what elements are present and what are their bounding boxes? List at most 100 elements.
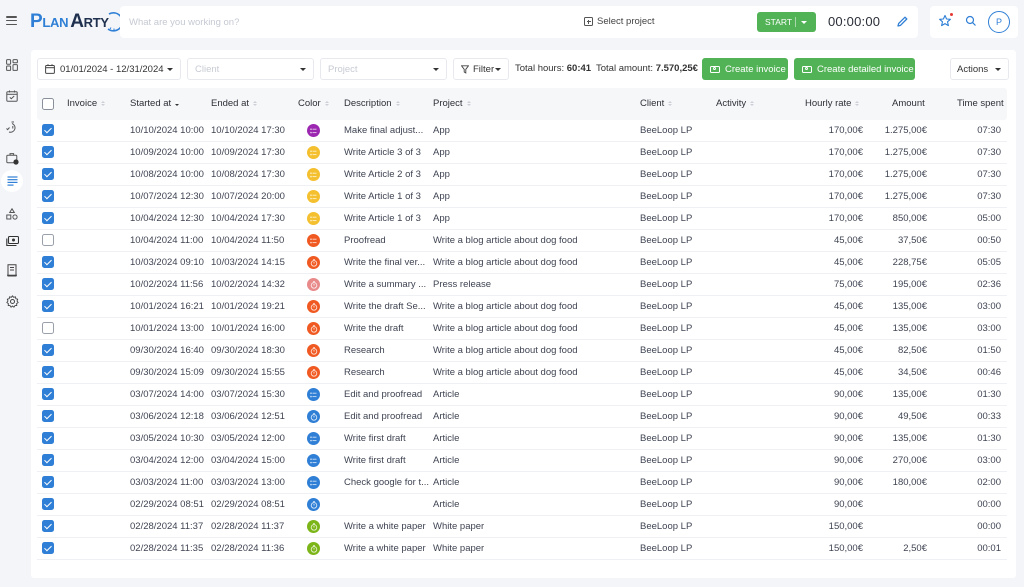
description-cell[interactable]: Write Article 2 of 3 bbox=[344, 169, 431, 180]
row-checkbox-checked[interactable] bbox=[42, 476, 54, 488]
sidebar-item-billing[interactable] bbox=[3, 232, 21, 250]
sidebar-item-dashboard[interactable] bbox=[3, 56, 21, 74]
row-checkbox-checked[interactable] bbox=[42, 256, 54, 268]
start-button[interactable]: START bbox=[757, 12, 816, 32]
table-row[interactable]: 10/07/2024 12:30 10/07/2024 20:00 Write … bbox=[37, 186, 1007, 208]
column-description[interactable]: Description bbox=[344, 98, 400, 109]
color-dot-blue[interactable] bbox=[307, 410, 320, 423]
table-row[interactable]: 03/05/2024 10:30 03/05/2024 12:00 Write … bbox=[37, 428, 1007, 450]
create-invoice-button[interactable]: Create invoice bbox=[702, 58, 788, 80]
sidebar-item-projects[interactable] bbox=[3, 149, 21, 167]
column-ended-at[interactable]: Ended at bbox=[211, 98, 258, 109]
filter-button[interactable]: Filter bbox=[453, 58, 509, 80]
row-checkbox-checked[interactable] bbox=[42, 542, 54, 554]
row-checkbox-checked[interactable] bbox=[42, 432, 54, 444]
color-dot-blue[interactable] bbox=[307, 498, 320, 511]
project-cell[interactable]: White paper bbox=[433, 521, 633, 532]
color-dot-blue[interactable] bbox=[307, 432, 320, 445]
color-dot-orange[interactable] bbox=[307, 256, 320, 269]
project-select[interactable]: Project bbox=[320, 58, 447, 80]
color-dot-yellow[interactable] bbox=[307, 190, 320, 203]
select-all-checkbox[interactable] bbox=[42, 98, 54, 110]
color-dot-orange[interactable] bbox=[307, 344, 320, 357]
color-dot-pink[interactable] bbox=[307, 278, 320, 291]
sidebar-item-timesheet[interactable] bbox=[1, 170, 23, 192]
column-project[interactable]: Project bbox=[433, 98, 471, 109]
description-cell[interactable]: Check google for t... bbox=[344, 477, 431, 488]
timer-description-input[interactable] bbox=[129, 16, 509, 28]
star-icon[interactable] bbox=[938, 14, 952, 28]
table-row[interactable]: 09/30/2024 16:40 09/30/2024 18:30 Resear… bbox=[37, 340, 1007, 362]
color-dot-yellow[interactable] bbox=[307, 168, 320, 181]
color-dot-yellow[interactable] bbox=[307, 146, 320, 159]
description-cell[interactable]: Research bbox=[344, 345, 431, 356]
sidebar-item-time-tracking[interactable] bbox=[3, 118, 21, 136]
description-cell[interactable]: Write the draft Se... bbox=[344, 301, 431, 312]
date-range-picker[interactable]: 01/01/2024 - 12/31/2024 bbox=[37, 58, 181, 80]
row-checkbox-checked[interactable] bbox=[42, 520, 54, 532]
project-cell[interactable]: App bbox=[433, 213, 633, 224]
color-dot-lime[interactable] bbox=[307, 520, 320, 533]
description-cell[interactable]: Edit and proofread bbox=[344, 389, 431, 400]
project-cell[interactable]: Press release bbox=[433, 279, 633, 290]
color-dot-orange[interactable] bbox=[307, 366, 320, 379]
table-row[interactable]: 02/28/2024 11:35 02/28/2024 11:36 Write … bbox=[37, 538, 1007, 560]
project-cell[interactable]: App bbox=[433, 125, 633, 136]
table-row[interactable]: 10/04/2024 12:30 10/04/2024 17:30 Write … bbox=[37, 208, 1007, 230]
project-cell[interactable]: Write a blog article about dog food bbox=[433, 257, 633, 268]
color-dot-blue[interactable] bbox=[307, 388, 320, 401]
table-row[interactable]: 10/04/2024 11:00 10/04/2024 11:50 Proofr… bbox=[37, 230, 1007, 252]
description-cell[interactable]: Write Article 1 of 3 bbox=[344, 213, 431, 224]
table-row[interactable]: 03/04/2024 12:00 03/04/2024 15:00 Write … bbox=[37, 450, 1007, 472]
table-row[interactable]: 03/07/2024 14:00 03/07/2024 15:30 Edit a… bbox=[37, 384, 1007, 406]
project-cell[interactable]: Write a blog article about dog food bbox=[433, 323, 633, 334]
row-checkbox-checked[interactable] bbox=[42, 124, 54, 136]
row-checkbox-checked[interactable] bbox=[42, 300, 54, 312]
table-row[interactable]: 02/29/2024 08:51 02/29/2024 08:51 Articl… bbox=[37, 494, 1007, 516]
table-row[interactable]: 10/03/2024 09:10 10/03/2024 14:15 Write … bbox=[37, 252, 1007, 274]
search-icon[interactable] bbox=[965, 15, 977, 27]
description-cell[interactable]: Edit and proofread bbox=[344, 411, 431, 422]
column-invoice[interactable]: Invoice bbox=[67, 98, 106, 109]
description-cell[interactable]: Write a white paper bbox=[344, 543, 431, 554]
project-cell[interactable]: Article bbox=[433, 499, 633, 510]
column-started-at[interactable]: Started at bbox=[130, 98, 180, 109]
description-cell[interactable]: Write the final ver... bbox=[344, 257, 431, 268]
row-checkbox-checked[interactable] bbox=[42, 190, 54, 202]
table-row[interactable]: 10/08/2024 10:00 10/08/2024 17:30 Write … bbox=[37, 164, 1007, 186]
description-cell[interactable]: Make final adjust... bbox=[344, 125, 431, 136]
description-cell[interactable]: Write a white paper bbox=[344, 521, 431, 532]
project-cell[interactable]: App bbox=[433, 191, 633, 202]
table-row[interactable]: 10/01/2024 16:21 10/01/2024 19:21 Write … bbox=[37, 296, 1007, 318]
row-checkbox-checked[interactable] bbox=[42, 388, 54, 400]
client-select[interactable]: Client bbox=[187, 58, 314, 80]
color-dot-orange[interactable] bbox=[307, 234, 320, 247]
row-checkbox-unchecked[interactable] bbox=[42, 322, 54, 334]
project-cell[interactable]: Article bbox=[433, 389, 633, 400]
color-dot-blue[interactable] bbox=[307, 454, 320, 467]
table-row[interactable]: 10/02/2024 11:56 10/02/2024 14:32 Write … bbox=[37, 274, 1007, 296]
description-cell[interactable]: Write first draft bbox=[344, 433, 431, 444]
pencil-icon[interactable] bbox=[896, 15, 909, 28]
color-dot-lime[interactable] bbox=[307, 542, 320, 555]
project-cell[interactable]: App bbox=[433, 147, 633, 158]
sidebar-item-shapes[interactable] bbox=[3, 205, 21, 223]
project-cell[interactable]: Article bbox=[433, 433, 633, 444]
sidebar-item-invoices[interactable] bbox=[3, 261, 21, 279]
column-color[interactable]: Color bbox=[298, 98, 329, 109]
project-cell[interactable]: Article bbox=[433, 455, 633, 466]
description-cell[interactable]: Write the draft bbox=[344, 323, 431, 334]
color-dot-blue[interactable] bbox=[307, 476, 320, 489]
select-project-button[interactable]: Select project bbox=[584, 16, 655, 27]
color-dot-orange[interactable] bbox=[307, 300, 320, 313]
description-cell[interactable]: Research bbox=[344, 367, 431, 378]
actions-dropdown[interactable]: Actions bbox=[950, 58, 1009, 80]
color-dot-yellow[interactable] bbox=[307, 212, 320, 225]
row-checkbox-checked[interactable] bbox=[42, 344, 54, 356]
table-row[interactable]: 10/09/2024 10:00 10/09/2024 17:30 Write … bbox=[37, 142, 1007, 164]
row-checkbox-checked[interactable] bbox=[42, 278, 54, 290]
color-dot-purple[interactable] bbox=[307, 124, 320, 137]
sidebar-item-calendar[interactable] bbox=[3, 87, 21, 105]
row-checkbox-checked[interactable] bbox=[42, 498, 54, 510]
description-cell[interactable]: Write a summary ... bbox=[344, 279, 431, 290]
